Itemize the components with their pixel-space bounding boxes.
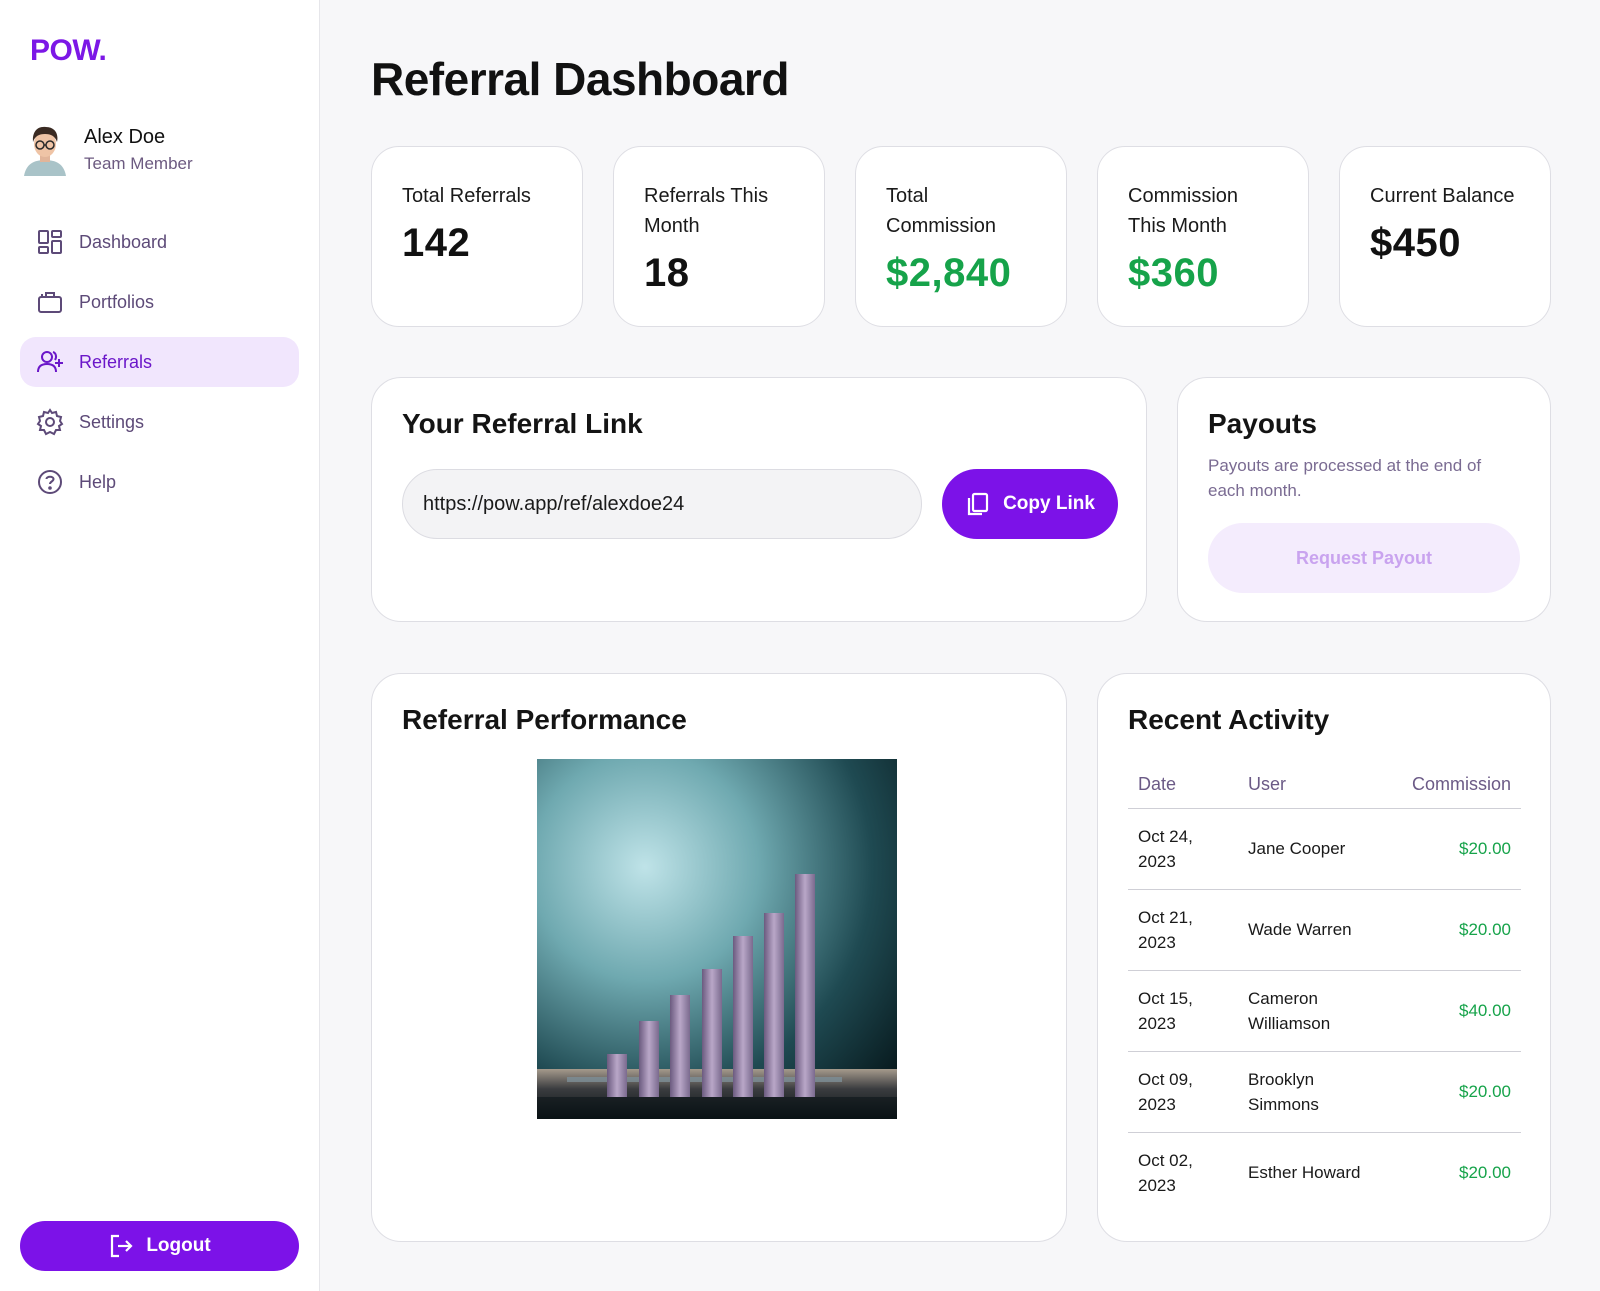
sidebar-item-dashboard[interactable]: Dashboard bbox=[20, 217, 299, 267]
recent-activity-card: Recent Activity Date User Commission Oct… bbox=[1097, 673, 1551, 1242]
referral-performance-title: Referral Performance bbox=[402, 704, 687, 735]
sidebar-item-label: Referrals bbox=[79, 351, 153, 372]
payouts-title: Payouts bbox=[1208, 408, 1317, 439]
stat-card-total-referrals: Total Referrals 142 bbox=[371, 146, 583, 327]
table-row[interactable]: Oct 09, 2023 Brooklyn Simmons $20.00 bbox=[1128, 1051, 1521, 1133]
cell-user: Wade Warren bbox=[1238, 889, 1388, 971]
cell-commission: $20.00 bbox=[1388, 889, 1521, 971]
user-plus-icon bbox=[35, 347, 65, 377]
help-circle-icon bbox=[35, 467, 65, 497]
stat-value: $450 bbox=[1370, 221, 1461, 265]
sidebar-item-label: Portfolios bbox=[79, 291, 155, 312]
user-profile[interactable]: Alex Doe Team Member bbox=[22, 124, 193, 176]
referral-link-title: Your Referral Link bbox=[402, 408, 643, 439]
cell-date: Oct 21, 2023 bbox=[1128, 889, 1238, 971]
copy-icon bbox=[967, 492, 989, 516]
sidebar-item-help[interactable]: Help bbox=[20, 457, 299, 507]
avatar bbox=[22, 124, 68, 176]
copy-link-button[interactable]: Copy Link bbox=[942, 469, 1118, 539]
table-header-row: Date User Commission bbox=[1128, 762, 1521, 809]
cell-commission: $20.00 bbox=[1459, 1163, 1511, 1183]
dashboard-icon bbox=[35, 227, 65, 257]
stat-label: Commission This Month bbox=[1128, 185, 1239, 237]
recent-activity-table: Date User Commission Oct 24, 2023 Jane C… bbox=[1128, 762, 1521, 1213]
stat-label: Total Commission bbox=[886, 185, 997, 237]
stat-card-referrals-this-month: Referrals This Month 18 bbox=[613, 146, 825, 327]
performance-image bbox=[537, 759, 897, 1119]
referral-performance-card: Referral Performance bbox=[371, 673, 1067, 1242]
column-header-user[interactable]: User bbox=[1238, 762, 1388, 809]
stat-label: Total Referrals bbox=[402, 185, 531, 207]
sidebar: POW. Alex Doe Team Member Dashboard Port… bbox=[0, 0, 320, 1291]
stat-value: $2,840 bbox=[886, 251, 1012, 295]
table-row[interactable]: Oct 02, 2023 Esther Howard $20.00 bbox=[1128, 1132, 1521, 1213]
table-row[interactable]: Oct 15, 2023 Cameron Williamson $40.00 bbox=[1128, 970, 1521, 1052]
app-logo[interactable]: POW. bbox=[30, 34, 107, 68]
sidebar-item-settings[interactable]: Settings bbox=[20, 397, 299, 447]
cell-user: Esther Howard bbox=[1248, 1163, 1361, 1183]
cell-date: Oct 09, 2023 bbox=[1128, 1051, 1238, 1133]
table-row[interactable]: Oct 24, 2023 Jane Cooper $20.00 bbox=[1128, 808, 1521, 890]
cell-user: Jane Cooper bbox=[1238, 808, 1388, 890]
sidebar-item-label: Dashboard bbox=[79, 231, 168, 252]
cell-date: Oct 24, 2023 bbox=[1128, 808, 1238, 890]
stat-label: Referrals This Month bbox=[644, 185, 769, 237]
table-row[interactable]: Oct 21, 2023 Wade Warren $20.00 bbox=[1128, 889, 1521, 971]
stat-value: 18 bbox=[644, 251, 690, 295]
sidebar-item-referrals[interactable]: Referrals bbox=[20, 337, 299, 387]
stat-value: 142 bbox=[402, 221, 471, 265]
payouts-card: Payouts Payouts are processed at the end… bbox=[1177, 377, 1551, 622]
user-name: Alex Doe bbox=[84, 126, 166, 148]
stat-value: $360 bbox=[1128, 251, 1219, 295]
page-title: Referral Dashboard bbox=[371, 53, 789, 105]
logout-label: Logout bbox=[146, 1235, 211, 1256]
sidebar-item-label: Help bbox=[79, 471, 117, 492]
column-header-date[interactable]: Date bbox=[1128, 762, 1238, 809]
logout-button[interactable]: Logout bbox=[20, 1221, 299, 1271]
referral-link-input[interactable] bbox=[402, 469, 922, 539]
briefcase-icon bbox=[35, 287, 65, 317]
stat-card-current-balance: Current Balance $450 bbox=[1339, 146, 1551, 327]
payouts-description: Payouts are processed at the end of each… bbox=[1208, 456, 1482, 500]
sidebar-nav: Dashboard Portfolios Referrals Settings … bbox=[20, 217, 299, 517]
cell-commission: $20.00 bbox=[1388, 808, 1521, 890]
logout-icon bbox=[111, 1234, 133, 1258]
column-header-commission[interactable]: Commission bbox=[1388, 762, 1521, 809]
cell-user: Brooklyn Simmons bbox=[1238, 1051, 1388, 1133]
request-payout-button[interactable]: Request Payout bbox=[1208, 523, 1520, 593]
recent-activity-title: Recent Activity bbox=[1128, 704, 1330, 735]
cell-date: Oct 02, 2023 bbox=[1138, 1150, 1193, 1195]
referral-link-card: Your Referral Link Copy Link bbox=[371, 377, 1147, 622]
stat-card-total-commission: Total Commission $2,840 bbox=[855, 146, 1067, 327]
stat-label: Current Balance bbox=[1370, 185, 1515, 207]
gear-icon bbox=[35, 407, 65, 437]
sidebar-item-label: Settings bbox=[79, 411, 145, 432]
cell-commission: $20.00 bbox=[1388, 1051, 1521, 1133]
cell-commission: $40.00 bbox=[1388, 970, 1521, 1052]
cell-date: Oct 15, 2023 bbox=[1128, 970, 1238, 1052]
sidebar-item-portfolios[interactable]: Portfolios bbox=[20, 277, 299, 327]
stat-card-commission-this-month: Commission This Month $360 bbox=[1097, 146, 1309, 327]
profile-text: Alex Doe Team Member bbox=[84, 124, 193, 176]
cell-user: Cameron Williamson bbox=[1238, 970, 1388, 1052]
user-role: Team Member bbox=[84, 154, 193, 173]
copy-link-label: Copy Link bbox=[1003, 493, 1095, 514]
